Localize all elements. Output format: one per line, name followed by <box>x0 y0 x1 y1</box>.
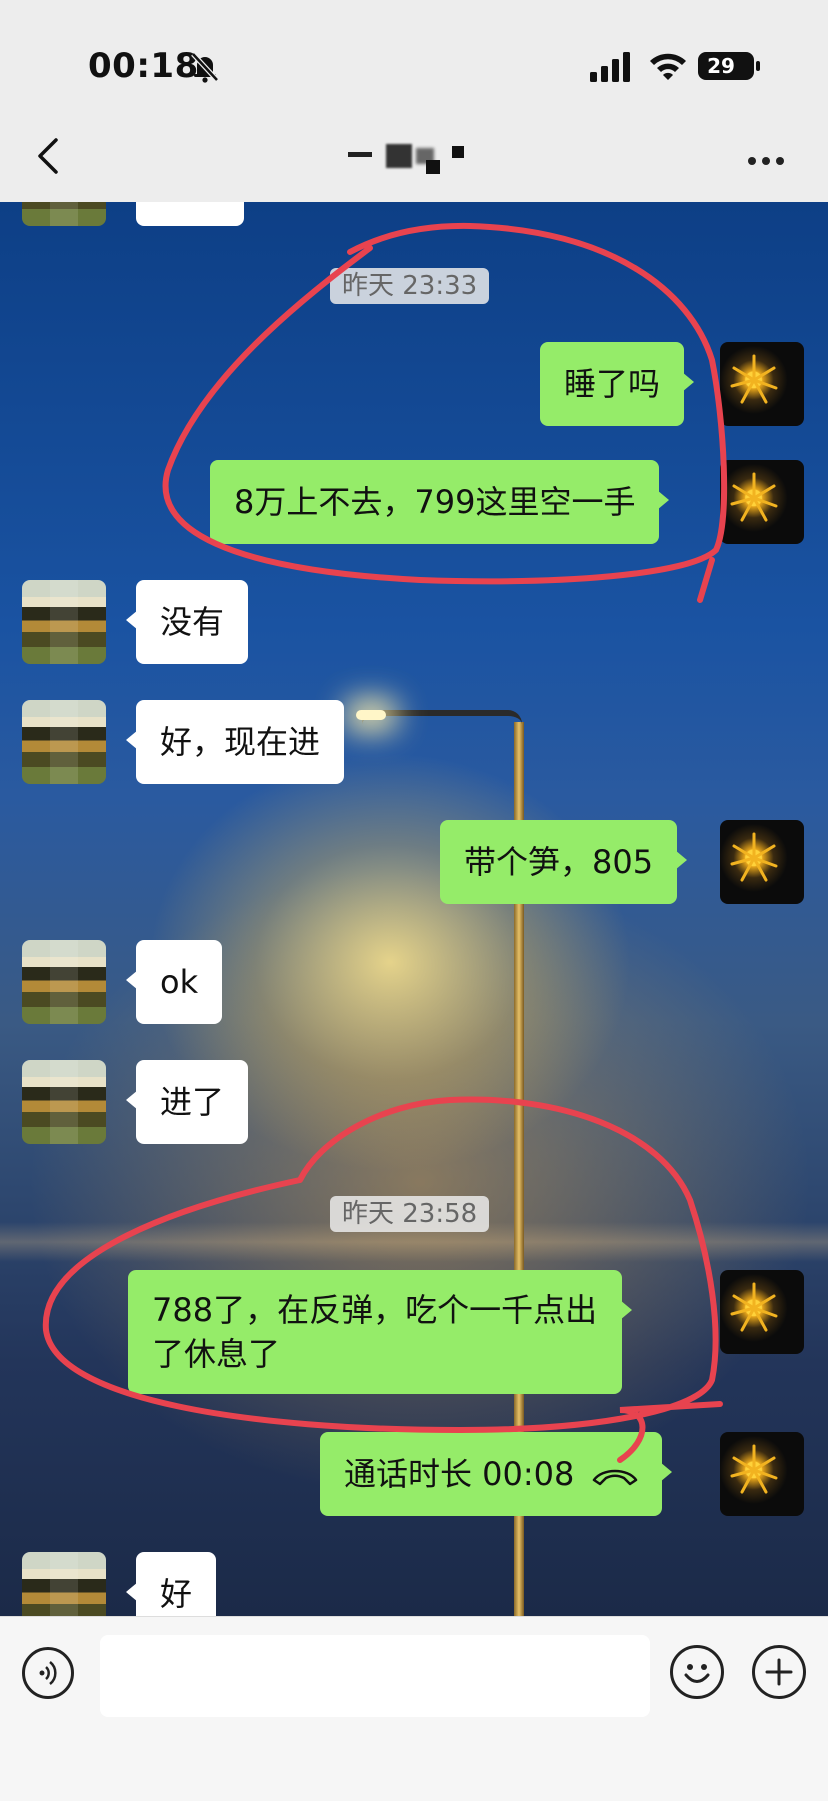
status-time: 00:18 <box>88 46 199 86</box>
message-bubble-incoming[interactable]: 没有 <box>125 580 249 664</box>
message-bubble-incoming[interactable]: 好 <box>125 1552 217 1616</box>
my-avatar[interactable] <box>720 1432 804 1516</box>
mute-bell-icon <box>191 52 219 83</box>
call-record-bubble[interactable]: 通话时长 00:08 <box>320 1432 673 1516</box>
my-avatar[interactable] <box>720 1270 804 1354</box>
battery-level: 29 <box>707 54 735 78</box>
sun-avatar-icon <box>730 1444 778 1494</box>
chat-title-text: 一 <box>348 152 372 158</box>
message-bubble-incoming[interactable]: 进了 <box>125 1060 249 1144</box>
contact-avatar[interactable] <box>22 1060 106 1144</box>
home-indicator-area <box>0 1721 828 1801</box>
message-bubble-outgoing[interactable]: 8万上不去，799这里空一手 <box>210 460 670 544</box>
call-duration-text: 通话时长 00:08 <box>344 1455 575 1493</box>
chat-title-obscured: 一 <box>300 134 530 178</box>
message-bubble-outgoing[interactable]: 睡了吗 <box>540 342 695 426</box>
emoji-button[interactable] <box>670 1645 724 1699</box>
contact-avatar[interactable] <box>22 1552 106 1616</box>
sun-avatar-icon <box>730 832 778 882</box>
contact-avatar[interactable] <box>22 700 106 784</box>
my-avatar[interactable] <box>720 342 804 426</box>
message-timestamp: 昨天 23:58 <box>330 1196 490 1232</box>
mosaic-block <box>452 146 464 158</box>
more-functions-button[interactable] <box>752 1645 806 1699</box>
my-avatar[interactable] <box>720 820 804 904</box>
battery-tip <box>756 61 760 71</box>
message-bubble-outgoing[interactable]: 788了，在反弹，吃个一千点出了休息了 <box>128 1270 632 1394</box>
sun-avatar-icon <box>730 354 778 404</box>
chat-header: 一 <box>0 110 828 202</box>
contact-avatar[interactable] <box>22 580 106 664</box>
message-bubble-incoming[interactable]: 好，现在进 <box>125 700 345 784</box>
sun-avatar-icon <box>730 1282 778 1332</box>
message-input[interactable] <box>100 1635 650 1717</box>
contact-avatar[interactable] <box>22 940 106 1024</box>
phone-hangup-icon <box>593 1469 638 1486</box>
background-lamp-arm <box>362 710 522 724</box>
voice-input-button[interactable] <box>22 1647 74 1699</box>
back-chevron-icon[interactable] <box>34 136 62 176</box>
mosaic-block <box>386 144 412 168</box>
emoji-icon <box>684 1664 710 1683</box>
chat-history[interactable]: 昨天 23:33 睡了吗 8万上不去，799这里空一手 没有 好，现在进 带个笋… <box>0 202 828 1616</box>
message-bubble-incoming[interactable] <box>136 202 244 226</box>
voice-icon <box>39 1661 57 1685</box>
mosaic-block <box>426 160 440 174</box>
message-bubble-incoming[interactable]: ok <box>125 940 223 1024</box>
wifi-icon <box>650 53 686 80</box>
contact-avatar[interactable] <box>22 202 106 226</box>
message-input-bar <box>0 1616 828 1722</box>
cellular-signal-icon <box>590 52 630 82</box>
plus-icon <box>765 1658 793 1686</box>
my-avatar[interactable] <box>720 460 804 544</box>
message-bubble-outgoing[interactable]: 带个笋，805 <box>440 820 688 904</box>
battery-indicator: 29 <box>698 52 760 80</box>
message-timestamp: 昨天 23:33 <box>330 268 490 304</box>
status-bar: 00:18 29 <box>0 0 828 110</box>
background-lamp-light <box>356 710 386 720</box>
more-options-icon[interactable] <box>748 150 792 165</box>
sun-avatar-icon <box>730 472 778 522</box>
